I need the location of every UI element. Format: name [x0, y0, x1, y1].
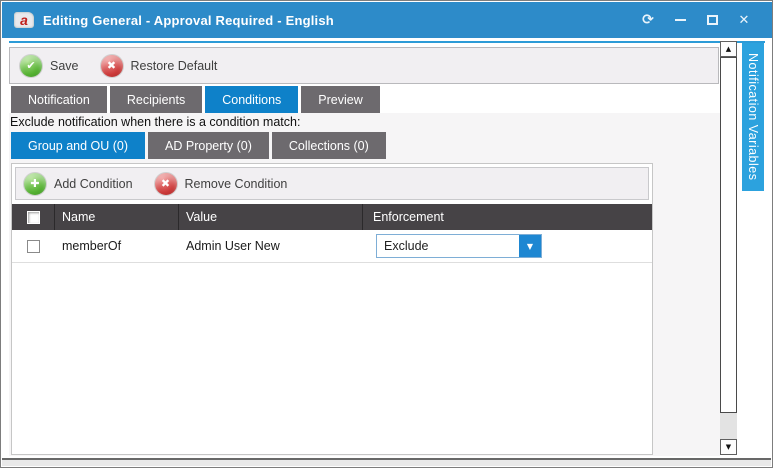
window-resize-border[interactable] [2, 458, 771, 466]
minimize-icon [675, 19, 686, 21]
window-title: Editing General - Approval Required - En… [43, 13, 334, 28]
exclusion-note: Exclude notification when there is a con… [10, 115, 300, 129]
tab-preview[interactable]: Preview [301, 86, 379, 113]
cross-icon: ✖ [155, 173, 177, 195]
enforcement-value: Exclude [377, 239, 519, 253]
accent-line [9, 41, 765, 43]
restore-default-button[interactable]: ✖ Restore Default [101, 55, 232, 77]
vertical-scrollbar[interactable]: ▲ ▼ [720, 41, 737, 455]
chevron-down-icon[interactable]: ▼ [519, 235, 541, 257]
main-tabs: Notification Recipients Conditions Previ… [11, 86, 383, 113]
row-checkbox[interactable] [27, 240, 40, 253]
tab-recipients[interactable]: Recipients [110, 86, 202, 113]
plus-icon: ✚ [24, 173, 46, 195]
main-toolbar: ✔ Save ✖ Restore Default [9, 47, 719, 84]
app-icon: a [14, 12, 34, 28]
refresh-button[interactable]: ⟳ [636, 8, 660, 32]
window-controls: ⟳ ✕ [636, 2, 756, 38]
notification-variables-tab[interactable]: Notification Variables [742, 43, 764, 191]
save-button[interactable]: ✔ Save [20, 55, 93, 77]
scroll-down-icon: ▼ [726, 443, 731, 451]
table-row[interactable]: memberOf Admin User New Exclude ▼ [12, 230, 652, 263]
tab-conditions[interactable]: Conditions [205, 86, 298, 113]
restore-default-label: Restore Default [131, 59, 218, 73]
maximize-icon [707, 15, 718, 25]
app-letter: a [20, 13, 28, 27]
select-all-checkbox[interactable] [27, 211, 40, 224]
add-condition-label: Add Condition [54, 177, 133, 191]
cell-enforcement: Exclude ▼ [363, 234, 652, 258]
scrollbar-thumb[interactable] [720, 57, 737, 413]
subtab-collections[interactable]: Collections (0) [272, 132, 386, 159]
enforcement-dropdown[interactable]: Exclude ▼ [376, 234, 542, 258]
minimize-button[interactable] [668, 8, 692, 32]
select-all-cell [12, 204, 55, 230]
save-label: Save [50, 59, 79, 73]
scroll-up-icon: ▲ [726, 45, 731, 53]
subtab-group-and-ou[interactable]: Group and OU (0) [11, 132, 145, 159]
scroll-up-button[interactable]: ▲ [720, 41, 737, 57]
remove-condition-label: Remove Condition [185, 177, 288, 191]
tab-notification[interactable]: Notification [11, 86, 107, 113]
conditions-panel: ✚ Add Condition ✖ Remove Condition Name … [11, 163, 653, 455]
close-icon: ✕ [739, 13, 750, 28]
dialog-window: a Editing General - Approval Required - … [0, 0, 773, 468]
maximize-button[interactable] [700, 8, 724, 32]
remove-condition-button[interactable]: ✖ Remove Condition [155, 173, 302, 195]
check-icon: ✔ [20, 55, 42, 77]
subtab-ad-property[interactable]: AD Property (0) [148, 132, 269, 159]
refresh-icon: ⟳ [642, 12, 654, 28]
add-condition-button[interactable]: ✚ Add Condition [24, 173, 147, 195]
row-checkbox-cell [12, 240, 55, 253]
column-header-enforcement[interactable]: Enforcement [363, 204, 652, 230]
cell-name: memberOf [55, 239, 179, 253]
column-header-value[interactable]: Value [179, 204, 363, 230]
condition-subtabs: Group and OU (0) AD Property (0) Collect… [11, 132, 389, 159]
condition-toolbar: ✚ Add Condition ✖ Remove Condition [15, 167, 649, 200]
column-header-name[interactable]: Name [55, 204, 179, 230]
cross-icon: ✖ [101, 55, 123, 77]
scroll-down-button[interactable]: ▼ [720, 439, 737, 455]
notification-variables-label: Notification Variables [746, 53, 760, 181]
titlebar[interactable]: a Editing General - Approval Required - … [2, 2, 772, 38]
table-header: Name Value Enforcement [12, 204, 652, 230]
close-button[interactable]: ✕ [732, 8, 756, 32]
cell-value: Admin User New [179, 239, 363, 253]
